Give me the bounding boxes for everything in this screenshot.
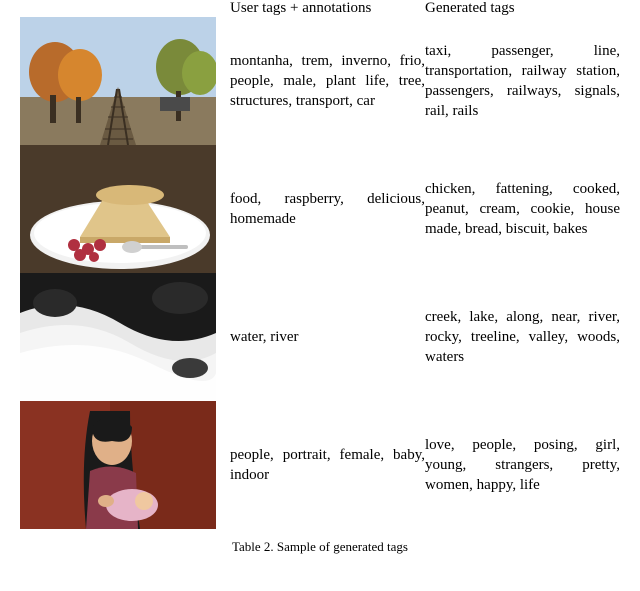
header-user-tags: User tags + annotations <box>230 0 425 17</box>
table-row: people, portrait, female, baby, indoor l… <box>20 401 620 529</box>
railway-photo <box>20 17 216 145</box>
table-caption: Table 2. Sample of generated tags <box>0 529 640 555</box>
river-photo <box>20 273 216 401</box>
generated-tags-cell: love, people, posing, girl, young, stran… <box>425 401 620 529</box>
user-tags-cell: water, river <box>230 273 425 401</box>
generated-tags-cell: chicken, fattening, cooked, peanut, crea… <box>425 145 620 273</box>
thumb-cell <box>20 401 230 529</box>
user-tags-cell: food, raspberry, delicious, homemade <box>230 145 425 273</box>
table-header-row: User tags + annotations Generated tags <box>20 0 620 17</box>
generated-tags-cell: taxi, passenger, line, transportation, r… <box>425 17 620 145</box>
table-row: water, river creek, lake, along, near, r… <box>20 273 620 401</box>
user-tags-cell: montanha, trem, inverno, frio, people, m… <box>230 17 425 145</box>
thumb-cell <box>20 273 230 401</box>
header-empty <box>20 0 230 17</box>
generated-tags-cell: creek, lake, along, near, river, rocky, … <box>425 273 620 401</box>
table-row: food, raspberry, delicious, homemade chi… <box>20 145 620 273</box>
header-generated-tags: Generated tags <box>425 0 620 17</box>
tags-table: User tags + annotations Generated tags <box>20 0 620 529</box>
thumb-cell <box>20 17 230 145</box>
dessert-photo <box>20 145 216 273</box>
table-row: montanha, trem, inverno, frio, people, m… <box>20 17 620 145</box>
thumb-cell <box>20 145 230 273</box>
mother-baby-photo <box>20 401 216 529</box>
user-tags-cell: people, portrait, female, baby, indoor <box>230 401 425 529</box>
